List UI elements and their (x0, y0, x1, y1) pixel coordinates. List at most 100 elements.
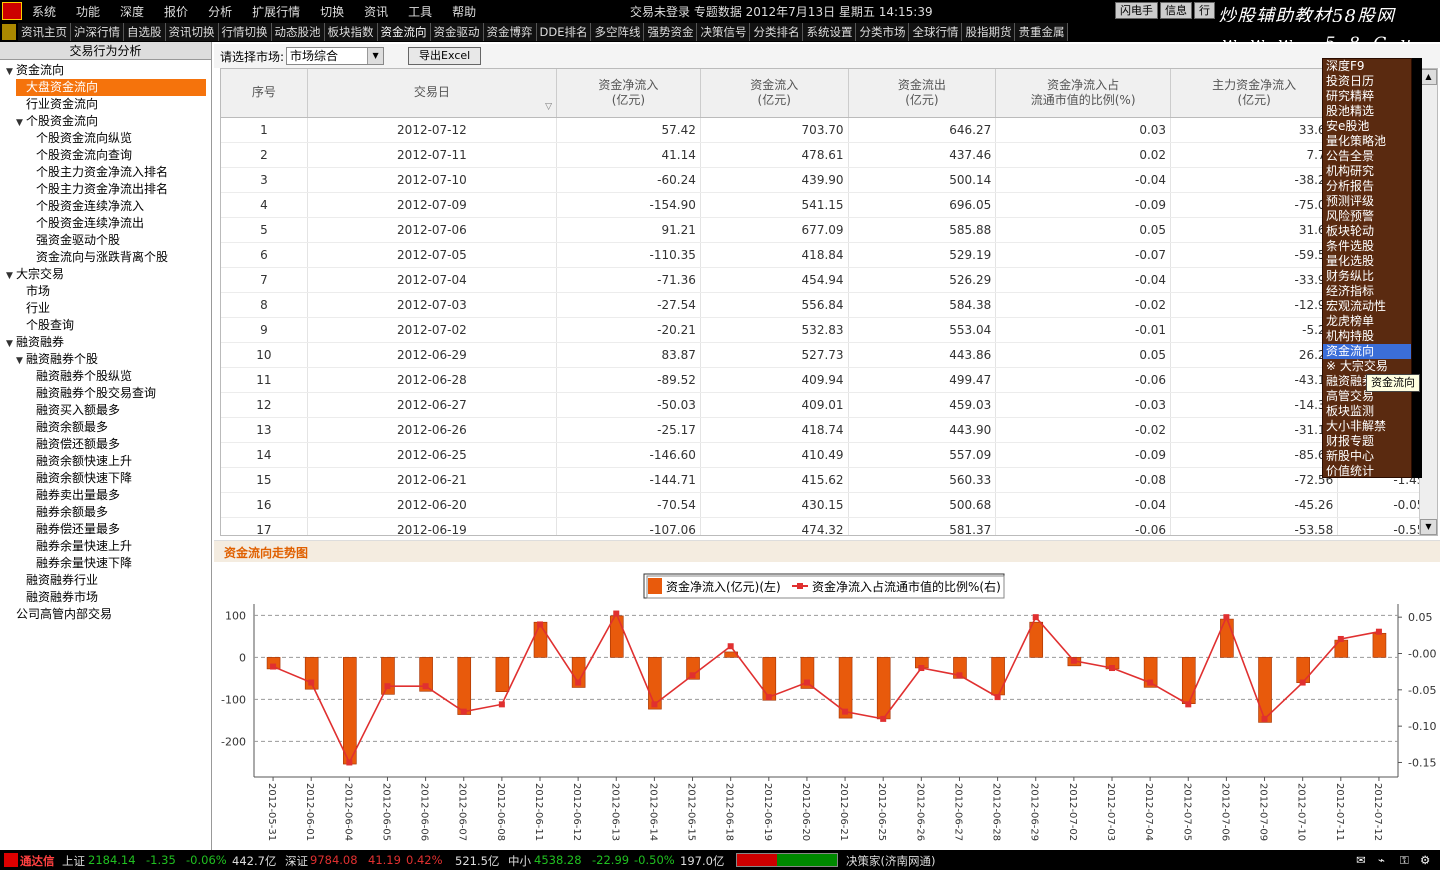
toolbar-home-icon[interactable] (2, 24, 16, 40)
tree-node[interactable]: 市场 (16, 283, 50, 300)
popup-menu-item[interactable]: 龙虎榜单 (1323, 314, 1411, 329)
tree-node[interactable]: 融资偿还额最多 (26, 436, 120, 453)
tree-node[interactable]: 融券余额最多 (26, 504, 108, 521)
tree-node[interactable]: 个股资金连续净流入 (26, 198, 144, 215)
tree-node[interactable]: 融资余额快速上升 (26, 453, 132, 470)
tree-node[interactable]: 融资融券个股交易查询 (26, 385, 156, 402)
table-row[interactable]: 10 2012-06-29 83.87 527.73 443.86 0.05 26.27 (221, 342, 1437, 368)
toolbar-item[interactable]: 系统设置 (803, 23, 857, 41)
menu-item[interactable]: 工具 (398, 3, 442, 20)
menu-item[interactable]: 功能 (66, 3, 110, 20)
tree-node[interactable]: ▼ 融资融券 (6, 334, 64, 351)
tree-node[interactable]: 个股资金流向查询 (26, 147, 132, 164)
network-icon[interactable]: ⌁ (1378, 853, 1385, 867)
popup-menu-item[interactable]: 板块轮动 (1323, 224, 1411, 239)
popup-menu-item[interactable]: 风险预警 (1323, 209, 1411, 224)
popup-menu-item[interactable]: 深度F9 (1323, 59, 1411, 74)
tree-node[interactable]: ▼ 资金流向 (6, 62, 64, 79)
export-excel-button[interactable]: 导出Excel (408, 47, 482, 65)
toolbar-item[interactable]: 沪深行情 (71, 23, 124, 41)
tree-node[interactable]: 个股资金流向纵览 (26, 130, 132, 147)
column-header[interactable]: 资金净流入占 流通市值的比例(%) (995, 69, 1172, 118)
popup-menu-item[interactable]: 财报专题 (1323, 434, 1411, 449)
toolbar-item[interactable]: 全球行情 (909, 23, 963, 41)
popup-menu-item[interactable]: 投资日历 (1323, 74, 1411, 89)
tree-node[interactable]: 资金流向与涨跌背离个股 (26, 249, 168, 266)
tree-node[interactable]: 融资融券个股纵览 (26, 368, 132, 385)
tree-node[interactable]: 大盘资金流向 (16, 79, 206, 96)
toolbar-item[interactable]: 决策信号 (697, 23, 751, 41)
table-row[interactable]: 11 2012-06-28 -89.52 409.94 499.47 -0.06 -43.1… (221, 367, 1437, 393)
tree-node[interactable]: 融资融券行业 (16, 572, 98, 589)
tree-node[interactable]: 个股主力资金净流出排名 (26, 181, 168, 198)
tree-node[interactable]: 强资金驱动个股 (26, 232, 120, 249)
toolbar-item[interactable]: 资讯主页 (18, 23, 71, 41)
tree-node[interactable]: 行业资金流向 (16, 96, 98, 113)
table-row[interactable]: 2 2012-07-11 41.14 478.61 437.46 0.02 7.76 (221, 142, 1437, 168)
table-row[interactable]: 13 2012-06-26 -25.17 418.74 443.90 -0.02 -31.1… (221, 417, 1437, 443)
popup-menu-item[interactable]: 安e股池 (1323, 119, 1411, 134)
tree-node[interactable]: ▼ 融资融券个股 (16, 351, 98, 368)
tree-node[interactable]: 个股资金连续净流出 (26, 215, 144, 232)
popup-menu-scrollbar[interactable] (1412, 58, 1422, 478)
toolbar-item[interactable]: 行情切换 (218, 23, 272, 41)
popup-menu-item[interactable]: 板块监测 (1323, 404, 1411, 419)
market-select[interactable]: 市场综合 ▼ (286, 47, 385, 65)
tree-node[interactable]: 融券余量快速上升 (26, 538, 132, 555)
popup-menu-item[interactable]: 财务纵比 (1323, 269, 1411, 284)
popup-menu-item[interactable]: 股池精选 (1323, 104, 1411, 119)
menu-right-button[interactable]: 行 (1194, 2, 1215, 19)
toolbar-item[interactable]: 资金流向 (377, 23, 431, 41)
menu-item[interactable]: 切换 (310, 3, 354, 20)
tree-node[interactable]: 融资余额最多 (26, 419, 108, 436)
toolbar-item[interactable]: 分类排名 (750, 23, 804, 41)
popup-menu-item[interactable]: 机构持股 (1323, 329, 1411, 344)
tree-node[interactable]: ▼ 大宗交易 (6, 266, 64, 283)
menu-right-button[interactable]: 闪电手 (1115, 2, 1158, 19)
expander-icon[interactable]: ▼ (6, 64, 16, 81)
toolbar-item[interactable]: DDE排名 (536, 23, 592, 41)
popup-menu-item[interactable]: 经济指标 (1323, 284, 1411, 299)
column-header[interactable]: 主力资金净流入 (亿元) (1170, 69, 1339, 118)
popup-menu-item[interactable]: ※ 大宗交易 (1323, 359, 1411, 374)
tree-node[interactable]: 融券偿还量最多 (26, 521, 120, 538)
table-row[interactable]: 3 2012-07-10 -60.24 439.90 500.14 -0.04 -38.20 (221, 167, 1437, 193)
table-row[interactable]: 16 2012-06-20 -70.54 430.15 500.68 -0.04 -45.2… (221, 492, 1437, 518)
tree-node[interactable]: 融券余量快速下降 (26, 555, 132, 572)
column-header[interactable]: 资金净流入 (亿元) (556, 69, 701, 118)
popup-menu-item[interactable]: 分析报告 (1323, 179, 1411, 194)
popup-menu-item[interactable]: 机构研究 (1323, 164, 1411, 179)
expander-icon[interactable]: ▼ (6, 268, 16, 285)
menu-item[interactable]: 深度 (110, 3, 154, 20)
menu-right-button[interactable]: 信息 (1160, 2, 1192, 19)
popup-menu-item[interactable]: 量化选股 (1323, 254, 1411, 269)
tree-node[interactable]: 个股查询 (16, 317, 74, 334)
popup-menu-item[interactable]: 价值统计 (1323, 464, 1411, 479)
popup-menu-item[interactable]: 预测评级 (1323, 194, 1411, 209)
menu-item[interactable]: 分析 (198, 3, 242, 20)
tree-node[interactable]: 融券卖出量最多 (26, 487, 120, 504)
table-row[interactable]: 5 2012-07-06 91.21 677.09 585.88 0.05 31.67 (221, 217, 1437, 243)
settings-icon[interactable]: ⚙ (1420, 853, 1430, 867)
table-row[interactable]: 14 2012-06-25 -146.60 410.49 557.09 -0.09 -85.… (221, 442, 1437, 468)
table-row[interactable]: 7 2012-07-04 -71.36 454.94 526.29 -0.04 -33.96 (221, 267, 1437, 293)
table-row[interactable]: 12 2012-06-27 -50.03 409.01 459.03 -0.03 -14.3… (221, 392, 1437, 418)
scroll-down-icon[interactable]: ▼ (1420, 519, 1437, 535)
table-row[interactable]: 4 2012-07-09 -154.90 541.15 696.05 -0.09 -75.0… (221, 192, 1437, 218)
popup-menu-item[interactable]: 量化策略池 (1323, 134, 1411, 149)
toolbar-item[interactable]: 资金博弈 (483, 23, 537, 41)
toolbar-item[interactable]: 多空阵线 (591, 23, 645, 41)
table-row[interactable]: 6 2012-07-05 -110.35 418.84 529.19 -0.07 -59.5… (221, 242, 1437, 268)
menu-item[interactable]: 扩展行情 (242, 3, 310, 20)
column-header[interactable]: 资金流出 (亿元) (848, 69, 997, 118)
menu-item[interactable]: 系统 (22, 3, 66, 20)
tree-node[interactable]: 公司高管内部交易 (6, 606, 112, 623)
popup-menu-item[interactable]: 条件选股 (1323, 239, 1411, 254)
table-row[interactable]: 17 2012-06-19 -107.06 474.32 581.37 -0.06 -53.… (221, 517, 1437, 535)
menu-item[interactable]: 资讯 (354, 3, 398, 20)
lock-icon[interactable]: ⚿ (1400, 853, 1409, 868)
expander-icon[interactable]: ▼ (6, 336, 16, 353)
tree-node[interactable]: 行业 (16, 300, 50, 317)
toolbar-item[interactable]: 强势资金 (644, 23, 698, 41)
toolbar-item[interactable]: 板块指数 (324, 23, 378, 41)
